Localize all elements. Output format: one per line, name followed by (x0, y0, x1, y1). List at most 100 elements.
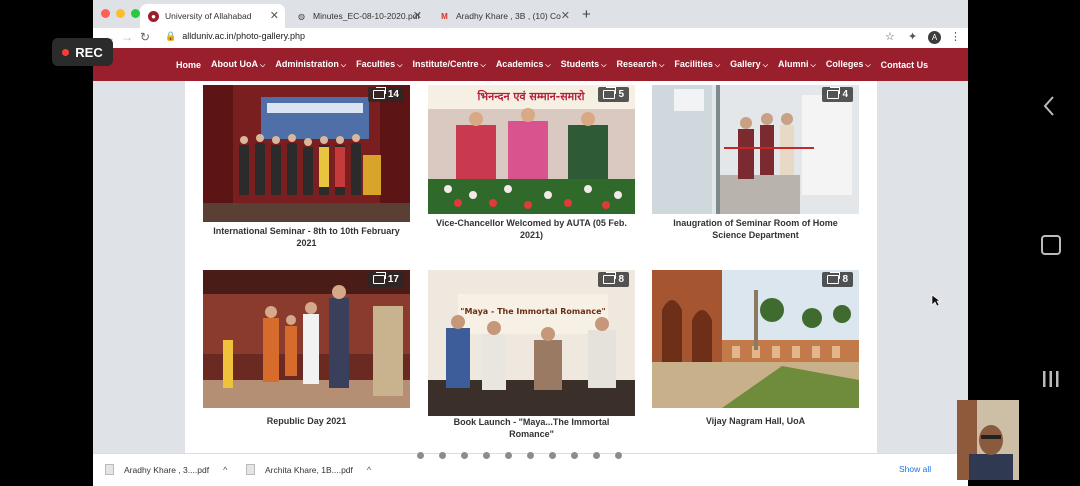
profile-avatar[interactable]: A (928, 31, 941, 44)
browser-screen: ● University of Allahabad ✕ ◍ Minutes_EC… (93, 0, 968, 486)
gallery-thumbnail[interactable]: "Maya - The Immortal Romance" 8 (428, 270, 635, 416)
gallery-thumbnail[interactable]: 17 (203, 270, 410, 408)
pager-dot[interactable] (483, 452, 490, 459)
menu-kebab-icon[interactable]: ⋮ (950, 30, 961, 43)
nav-item-alumni[interactable]: Alumni ⌵ (773, 59, 821, 70)
gallery-card[interactable]: 8 Vijay Nagram Hall, UoA (652, 270, 859, 427)
tab-university[interactable]: ● University of Allahabad ✕ (140, 4, 285, 28)
pager-dot[interactable] (505, 452, 512, 459)
gallery-thumbnail[interactable]: 14 (203, 85, 410, 222)
gallery-card[interactable]: 4 Inaugration of Seminar Room of Home Sc… (652, 85, 859, 241)
pager-dot[interactable] (615, 452, 622, 459)
gallery-caption[interactable]: Inaugration of Seminar Room of Home Scie… (652, 217, 859, 241)
gallery-caption[interactable]: Book Launch - "Maya...The Immortal Roman… (428, 416, 635, 440)
pager-dot[interactable] (439, 452, 446, 459)
download-item[interactable]: Archita Khare, 1B....pdf ^ (246, 464, 371, 475)
globe-icon: ◍ (298, 11, 305, 21)
nav-item-administration[interactable]: Administration ⌵ (270, 59, 351, 70)
chevron-up-icon[interactable]: ^ (223, 465, 227, 475)
nav-item-faculties[interactable]: Faculties ⌵ (351, 59, 407, 70)
chevron-down-icon: ⌵ (397, 62, 403, 69)
site-navigation: Home About UoA ⌵ Administration ⌵ Faculties ⌵ I… (93, 48, 968, 81)
republic-day-photo (203, 270, 410, 408)
nav-item-label: Facilities (674, 59, 713, 69)
show-all-downloads-button[interactable]: Show all (899, 464, 931, 474)
android-home-square-icon[interactable] (1041, 235, 1061, 255)
gallery-stack-icon (827, 272, 841, 284)
photo-count-badge: 8 (822, 272, 853, 287)
pager-dot[interactable] (571, 452, 578, 459)
android-recents-icon[interactable] (1042, 370, 1060, 388)
gallery-caption[interactable]: Vijay Nagram Hall, UoA (652, 415, 859, 427)
nav-item-label: Students (560, 59, 600, 69)
pager-dot[interactable] (417, 452, 424, 459)
close-window-button[interactable] (101, 9, 110, 18)
chevron-down-icon: ⌵ (810, 62, 816, 69)
nav-item-gallery[interactable]: Gallery ⌵ (725, 59, 773, 70)
gallery-stack-icon (372, 272, 386, 284)
forward-arrow-icon[interactable]: → (121, 30, 133, 44)
nav-item-institute-centre[interactable]: Institute/Centre ⌵ (407, 59, 490, 70)
gallery-card[interactable]: भिनन्दन एवं सम्मान-समारो 5 Vice-Chancell… (428, 85, 635, 241)
chevron-down-icon: ⌵ (601, 62, 607, 69)
gallery-thumbnail[interactable]: भिनन्दन एवं सम्मान-समारो 5 (428, 85, 635, 214)
tab-strip: ● University of Allahabad ✕ ◍ Minutes_EC… (93, 0, 968, 28)
download-filename: Aradhy Khare , 3....pdf (124, 464, 210, 475)
address-toolbar: ← → ↻ 🔒 allduniv.ac.in/photo-gallery.php … (93, 28, 968, 48)
gallery-caption[interactable]: Republic Day 2021 (203, 415, 410, 427)
nav-item-colleges[interactable]: Colleges ⌵ (821, 59, 876, 70)
gallery-caption[interactable]: International Seminar - 8th to 10th Febr… (203, 225, 410, 249)
gallery-card[interactable]: "Maya - The Immortal Romance" 8 Book Lau… (428, 270, 635, 440)
minimize-window-button[interactable] (116, 9, 125, 18)
pager-dot[interactable] (527, 452, 534, 459)
nav-item-home[interactable]: Home (171, 60, 206, 70)
gallery-card[interactable]: 17 Republic Day 2021 (203, 270, 410, 427)
gallery-card[interactable]: 14 International Seminar - 8th to 10th F… (203, 85, 410, 249)
tab-title: Minutes_EC-08-10-2020.pdf (313, 11, 420, 21)
close-tab-icon[interactable]: ✕ (270, 9, 279, 22)
pager-dot[interactable] (549, 452, 556, 459)
address-bar[interactable]: 🔒 allduniv.ac.in/photo-gallery.php (165, 31, 305, 42)
nav-item-label: Contact Us (880, 59, 929, 70)
pager-dot[interactable] (593, 452, 600, 459)
book-launch-photo: "Maya - The Immortal Romance" (428, 270, 635, 416)
new-tab-button[interactable]: + (582, 6, 591, 23)
nav-item-label: Institute/Centre (412, 59, 479, 69)
chevron-up-icon[interactable]: ^ (367, 465, 371, 475)
download-item[interactable]: Aradhy Khare , 3....pdf ^ (105, 464, 227, 475)
maximize-window-button[interactable] (131, 9, 140, 18)
android-back-chevron-icon[interactable] (1042, 95, 1056, 117)
chevron-down-icon: ⌵ (762, 62, 769, 69)
close-tab-icon[interactable]: ✕ (413, 9, 422, 22)
pager-dot[interactable] (461, 452, 468, 459)
nav-item-label: Home (176, 59, 202, 70)
nav-item-label: Colleges (825, 59, 864, 69)
nav-item-facilities[interactable]: Facilities ⌵ (669, 59, 725, 70)
gallery-thumbnail[interactable]: 8 (652, 270, 859, 408)
extensions-puzzle-icon[interactable]: ✦ (908, 30, 917, 43)
nav-item-research[interactable]: Research ⌵ (611, 59, 669, 70)
nav-item-contact-us[interactable]: Contact Us (876, 60, 934, 70)
gallery-thumbnail[interactable]: 4 (652, 85, 859, 214)
photo-count-badge: 5 (598, 87, 629, 102)
recording-label: REC (75, 44, 103, 60)
photo-count: 8 (842, 274, 848, 285)
tab-minutes-pdf[interactable]: ◍ Minutes_EC-08-10-2020.pdf ✕ (288, 4, 428, 28)
lock-icon: 🔒 (165, 31, 177, 41)
bookmark-star-icon[interactable]: ☆ (885, 30, 895, 43)
nav-item-academics[interactable]: Academics ⌵ (491, 59, 556, 70)
nav-item-about-uoa[interactable]: About UoA ⌵ (206, 59, 270, 70)
gallery-caption[interactable]: Vice-Chancellor Welcomed by AUTA (05 Feb… (428, 217, 635, 241)
close-tab-icon[interactable]: ✕ (561, 9, 570, 22)
inauguration-photo (652, 85, 859, 214)
gmail-icon: M (441, 11, 448, 21)
record-dot-icon (62, 48, 70, 56)
mouse-cursor-icon (931, 294, 941, 307)
tab-gmail[interactable]: M Aradhy Khare , 3B , (10) Comp ✕ (431, 4, 576, 28)
photo-count-badge: 4 (822, 87, 853, 102)
university-favicon-icon: ● (148, 10, 159, 22)
pdf-file-icon (246, 464, 255, 475)
gallery-stack-icon (827, 87, 841, 99)
reload-icon[interactable]: ↻ (140, 30, 150, 44)
nav-item-students[interactable]: Students ⌵ (556, 59, 612, 70)
